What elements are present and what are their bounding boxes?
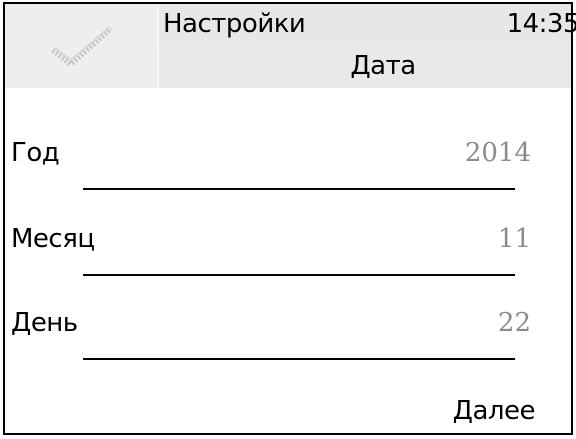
month-label: Месяц xyxy=(11,224,95,254)
screen-title: Настройки xyxy=(163,9,306,39)
header-title-row: Настройки 14:35 xyxy=(159,4,576,46)
day-field[interactable]: День 22 xyxy=(5,294,571,382)
year-value[interactable]: 2014 xyxy=(465,138,531,168)
day-label: День xyxy=(11,308,78,338)
day-value[interactable]: 22 xyxy=(498,308,531,338)
header-subtitle-row: Дата xyxy=(159,46,571,88)
header: Настройки 14:35 Дата xyxy=(5,4,576,88)
device-screen: Настройки 14:35 Дата Год 2014 Месяц 11 Д… xyxy=(3,2,576,435)
next-button[interactable]: Далее xyxy=(453,396,536,426)
month-underline xyxy=(83,274,515,276)
day-underline xyxy=(83,358,515,360)
logo-area xyxy=(5,4,159,88)
month-field[interactable]: Месяц 11 xyxy=(5,210,571,298)
year-underline xyxy=(83,188,515,190)
checkmark-icon xyxy=(51,26,113,66)
year-label: Год xyxy=(11,138,60,168)
year-field[interactable]: Год 2014 xyxy=(5,124,571,212)
screen-subtitle: Дата xyxy=(350,51,416,81)
clock-time: 14:35 xyxy=(506,9,576,39)
month-value[interactable]: 11 xyxy=(498,224,531,254)
